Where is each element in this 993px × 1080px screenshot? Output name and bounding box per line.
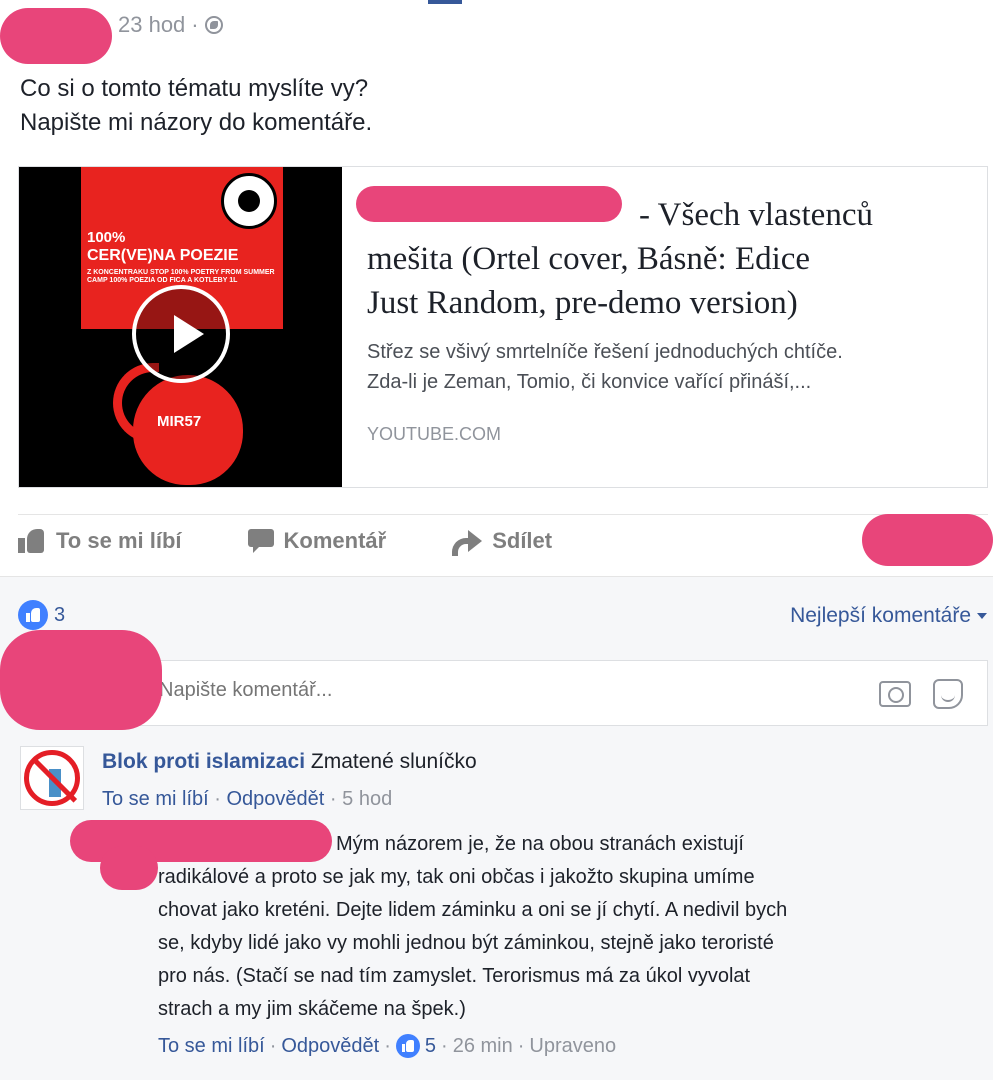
post-time[interactable]: 23 hod (118, 12, 185, 38)
meta-separator: · (269, 1034, 277, 1057)
comment-composer[interactable] (118, 660, 988, 726)
reply-text-line: se, kdyby lidé jako vy mohli jednou být … (158, 932, 774, 954)
meta-separator: · (384, 1034, 391, 1057)
divider (0, 576, 993, 577)
meta-separator: · (441, 1034, 448, 1057)
comment-input[interactable] (159, 679, 759, 702)
post-text: Co si o tomto tématu myslíte vy? Napište… (20, 72, 372, 140)
thumbs-up-icon (18, 529, 46, 553)
comment-body: Blok proti islamizaci Zmatené sluníčko (102, 750, 477, 774)
link-title-line: mešita (Ortel cover, Básně: Edice (367, 241, 811, 277)
reply-text-line: chovat jako kreténi. Dejte lidem záminku… (158, 899, 788, 921)
share-label: Sdílet (492, 528, 553, 553)
link-description-line: Střez se všivý smrtelníče řešení jednodu… (367, 341, 843, 363)
redaction-mark (0, 8, 112, 64)
post-text-line: Co si o tomto tématu myslíte vy? (20, 75, 369, 102)
cover-text: 100% (87, 229, 126, 246)
like-button[interactable]: To se mi líbí (18, 528, 182, 554)
camera-icon[interactable] (879, 681, 911, 707)
avatar[interactable] (20, 746, 84, 810)
chevron-down-icon (977, 613, 987, 619)
reply-text-line: strach a my jim skáčeme na špek.) (158, 998, 466, 1020)
redaction-mark (862, 514, 993, 566)
reply-reply-link[interactable]: Odpovědět (281, 1035, 379, 1058)
post-text-line: Napište mi názory do komentáře. (20, 109, 373, 136)
reply-meta: To se mi líbí · Odpovědět · 5 · 26 min ·… (158, 1034, 616, 1058)
reply-like-count[interactable]: 5 (425, 1035, 436, 1058)
action-bar: To se mi líbí Komentář Sdílet (18, 528, 618, 556)
sticker-icon[interactable] (933, 679, 963, 709)
apple-label: MIR57 (157, 413, 202, 430)
link-description: Střez se všivý smrtelníče řešení jednodu… (367, 337, 977, 397)
no-sign-icon (24, 750, 80, 806)
meta-separator: · (329, 788, 337, 810)
cover-small-text: Z KONCENTRAKU STOP 100% POETRY FROM SUMM… (87, 269, 275, 284)
comment-author[interactable]: Blok proti islamizaci (102, 750, 305, 773)
comment-button[interactable]: Komentář (247, 528, 387, 554)
redaction-mark (0, 630, 162, 730)
globe-icon[interactable] (204, 16, 223, 34)
like-count: 3 (54, 603, 66, 626)
video-thumbnail[interactable]: 100% CER(VE)NA POEZIE Z KONCENTRAKU STOP… (19, 167, 342, 487)
meta-separator: · (517, 1034, 525, 1057)
like-reaction-icon[interactable] (395, 1034, 420, 1058)
reply-text-line: radikálové a proto se jak my, tak oni ob… (158, 866, 755, 888)
sort-label: Nejlepší komentáře (790, 604, 971, 627)
comment-text: Zmatené sluníčko (310, 750, 477, 773)
meta-separator: · (214, 788, 221, 810)
cover-text: CER(VE)NA POEZIE (87, 247, 239, 264)
apple-shape (133, 375, 243, 485)
divider (18, 514, 988, 515)
euro-shopper-badge (221, 173, 277, 229)
link-domain: YOUTUBE.COM (367, 424, 502, 444)
reply-time[interactable]: 26 min (453, 1035, 513, 1058)
like-label: To se mi líbí (56, 528, 182, 553)
post-meta: 23 hod · (118, 12, 223, 38)
play-icon[interactable] (132, 285, 230, 383)
share-icon (452, 530, 483, 556)
comment-meta: To se mi líbí · Odpovědět · 5 hod (102, 788, 392, 811)
comment-reply-link[interactable]: Odpovědět (227, 788, 325, 810)
redaction-mark (356, 186, 622, 222)
link-description-line: Zda-li je Zeman, Tomio, či konvice vaříc… (367, 371, 812, 393)
comment-sort-dropdown[interactable]: Nejlepší komentáře (790, 604, 987, 628)
redaction-mark (100, 846, 158, 890)
comment-icon (247, 529, 274, 553)
meta-separator: · (191, 12, 199, 37)
like-reaction-icon (18, 600, 48, 630)
comment-like-link[interactable]: To se mi líbí (102, 788, 209, 810)
edited-label[interactable]: Upraveno (529, 1035, 616, 1058)
reaction-summary[interactable]: 3 (18, 600, 65, 630)
reply-like-link[interactable]: To se mi líbí (158, 1035, 265, 1058)
author-name-fragment[interactable] (428, 0, 462, 4)
comment-label: Komentář (283, 528, 387, 553)
reply-text-line: pro nás. (Stačí se nad tím zamyslet. Ter… (158, 965, 751, 987)
link-title-line: Just Random, pre-demo version) (367, 285, 798, 321)
share-button[interactable]: Sdílet (452, 528, 553, 556)
comment-time[interactable]: 5 hod (342, 788, 392, 810)
